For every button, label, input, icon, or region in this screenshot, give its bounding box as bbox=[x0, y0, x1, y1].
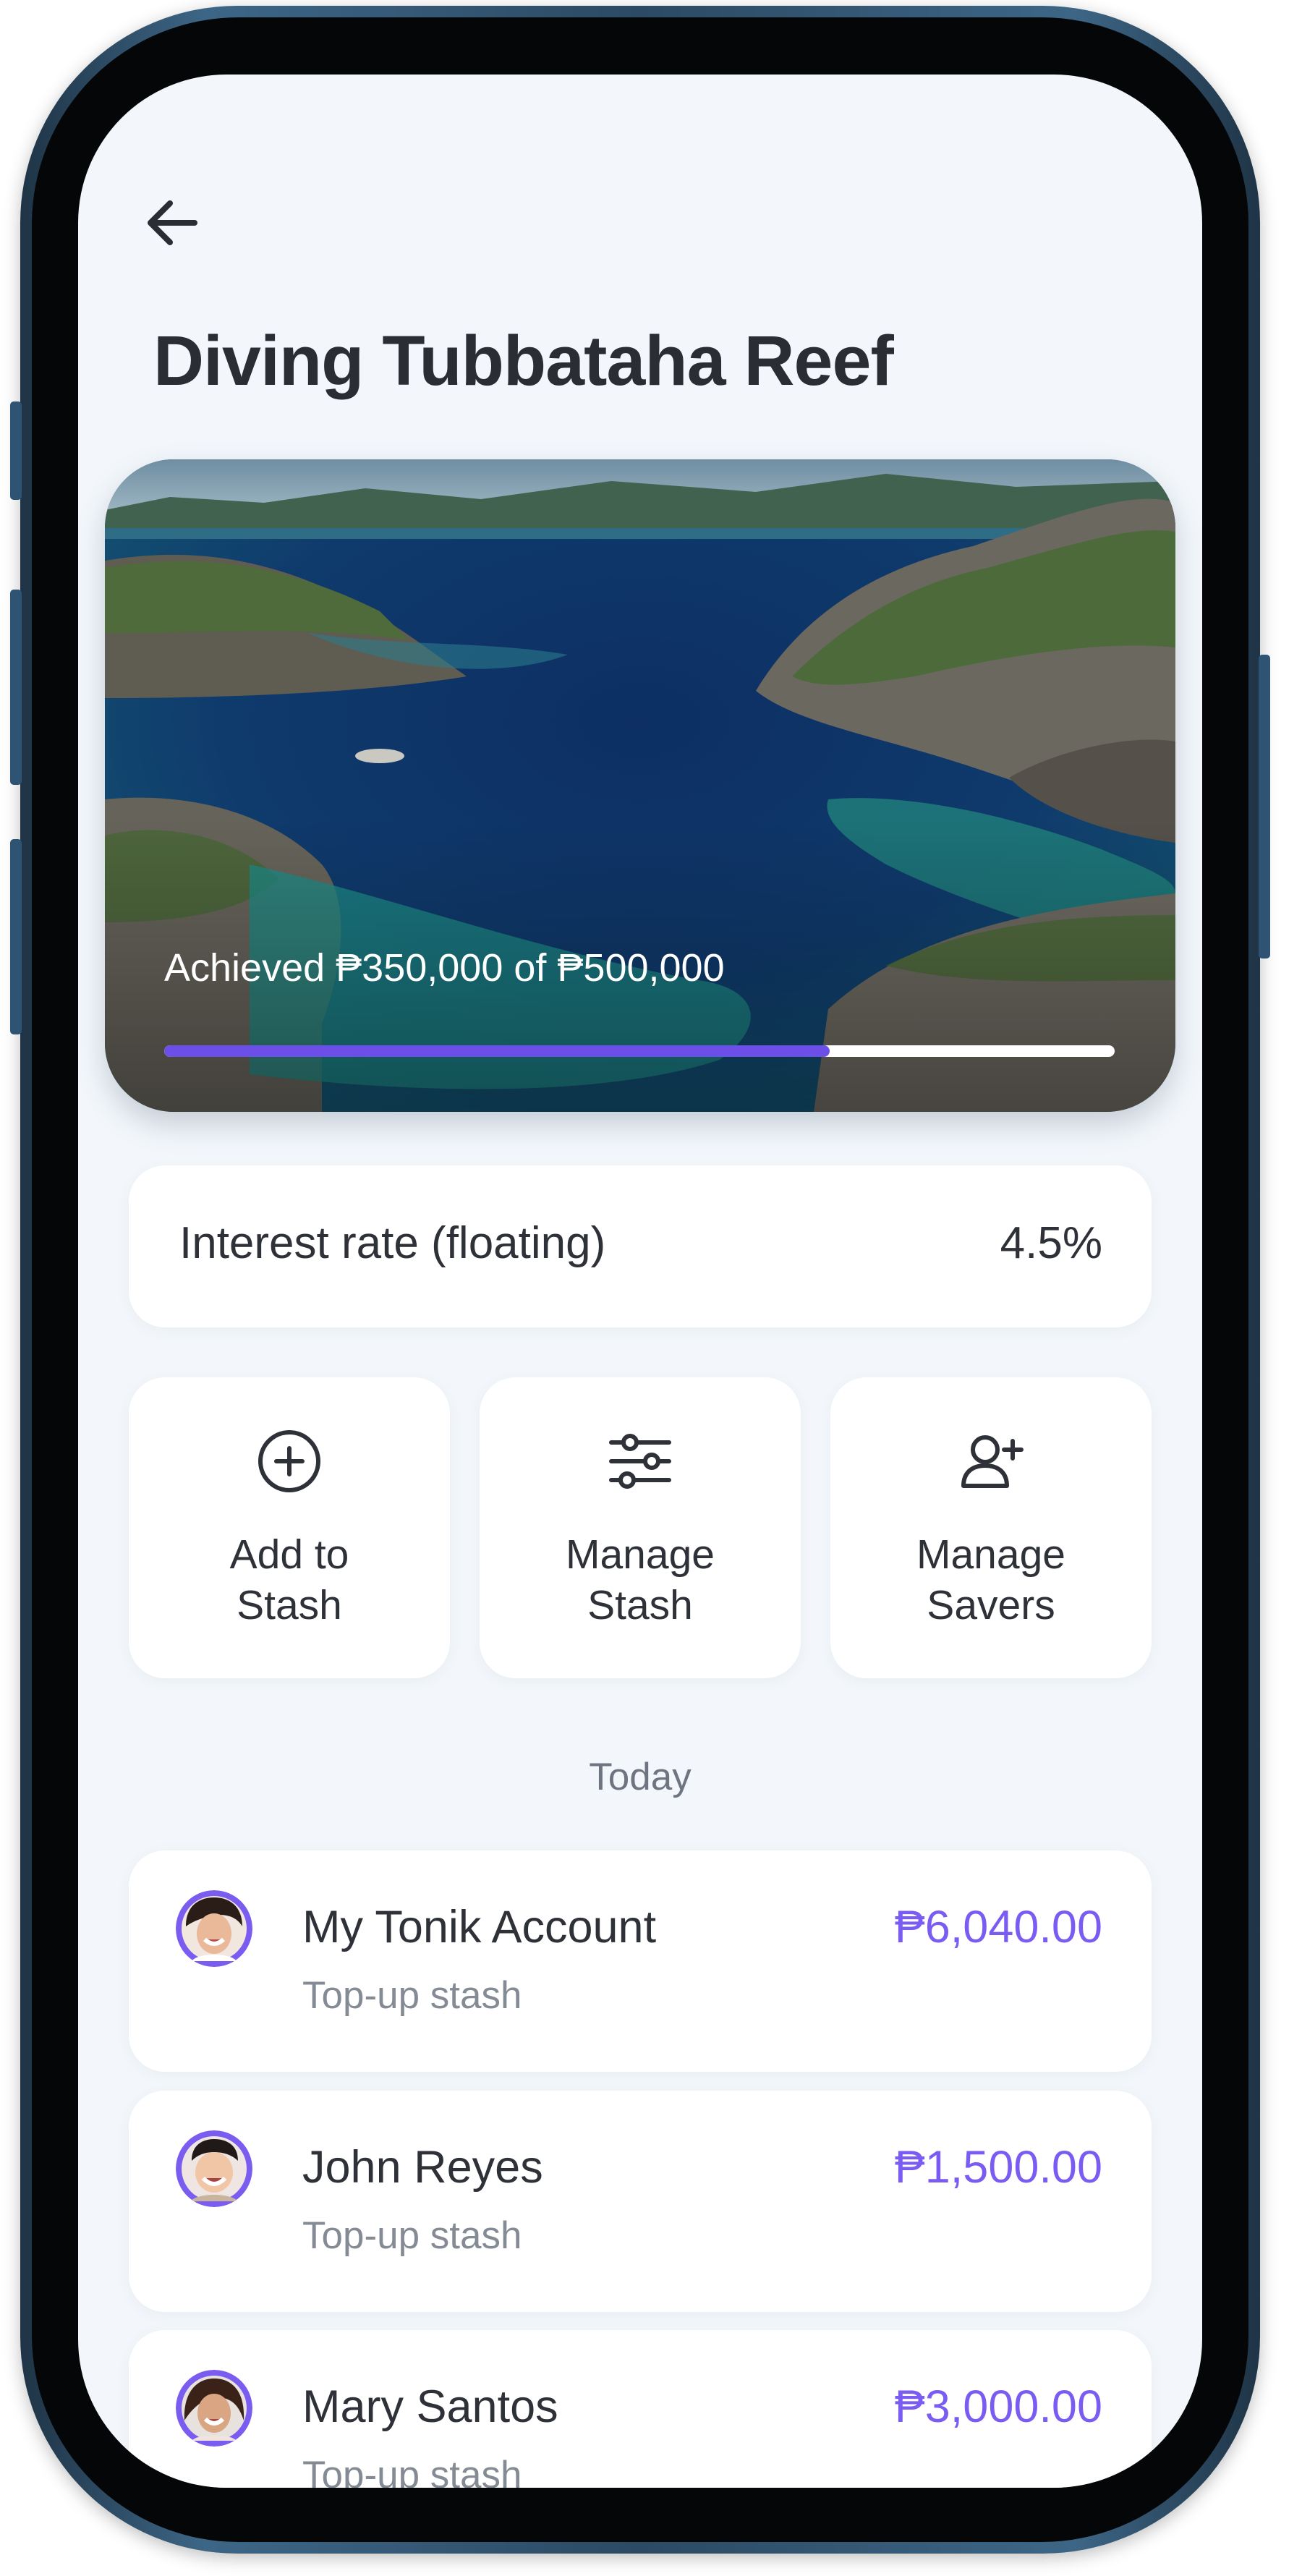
manage-savers-label: Manage Savers bbox=[916, 1531, 1065, 1628]
transaction-subtitle: Top-up stash bbox=[302, 2214, 522, 2257]
manage-stash-button[interactable]: Manage Stash bbox=[480, 1377, 801, 1678]
back-button[interactable] bbox=[132, 183, 212, 263]
transaction-subtitle: Top-up stash bbox=[302, 1974, 522, 2017]
transaction-amount: ₱6,040.00 bbox=[894, 1902, 1102, 1952]
transaction-amount: ₱1,500.00 bbox=[894, 2142, 1102, 2193]
date-section-label: Today bbox=[589, 1756, 692, 1798]
arrow-left-icon bbox=[148, 200, 197, 245]
plus-circle-icon bbox=[258, 1430, 320, 1492]
transaction-name: Mary Santos bbox=[302, 2381, 558, 2432]
manage-stash-label: Manage Stash bbox=[566, 1531, 715, 1628]
transaction-row[interactable]: My Tonik Account Top-up stash ₱6,040.00 bbox=[129, 1850, 1152, 2072]
add-to-stash-label: Add to Stash bbox=[229, 1531, 349, 1628]
phone-side-button bbox=[10, 839, 22, 1034]
phone-side-button bbox=[10, 590, 22, 785]
avatar bbox=[176, 1890, 252, 1967]
goal-progress-bar bbox=[164, 1045, 1115, 1057]
transaction-row[interactable]: Mary Santos Top-up stash ₱3,000.00 bbox=[129, 2330, 1152, 2488]
goal-progress-fill bbox=[164, 1045, 830, 1057]
goal-hero-card: Achieved ₱350,000 of ₱500,000 bbox=[105, 459, 1175, 1112]
transaction-row[interactable]: John Reyes Top-up stash ₱1,500.00 bbox=[129, 2091, 1152, 2312]
app-screen: Diving Tubbataha Reef Achieved ₱350,000 … bbox=[78, 75, 1202, 2488]
stage: Diving Tubbataha Reef Achieved ₱350,000 … bbox=[0, 0, 1302, 2576]
interest-rate-row: Interest rate (floating) 4.5% bbox=[129, 1165, 1152, 1327]
interest-rate-label: Interest rate (floating) bbox=[179, 1218, 606, 1268]
add-to-stash-button[interactable]: Add to Stash bbox=[129, 1377, 450, 1678]
lagoon-photo bbox=[105, 459, 1175, 1112]
page-title: Diving Tubbataha Reef bbox=[153, 321, 894, 400]
manage-savers-button[interactable]: Manage Savers bbox=[830, 1377, 1152, 1678]
phone-side-button bbox=[1259, 655, 1270, 958]
transaction-subtitle: Top-up stash bbox=[302, 2454, 522, 2488]
avatar bbox=[176, 2370, 252, 2447]
goal-progress-text: Achieved ₱350,000 of ₱500,000 bbox=[164, 946, 725, 990]
transaction-amount: ₱3,000.00 bbox=[894, 2381, 1102, 2432]
avatar bbox=[176, 2130, 252, 2207]
transaction-name: John Reyes bbox=[302, 2142, 543, 2193]
sliders-icon bbox=[609, 1434, 671, 1489]
transaction-name: My Tonik Account bbox=[302, 1902, 657, 1952]
user-plus-icon bbox=[961, 1435, 1024, 1488]
interest-rate-value: 4.5% bbox=[1000, 1218, 1102, 1268]
phone-side-button bbox=[10, 401, 22, 500]
